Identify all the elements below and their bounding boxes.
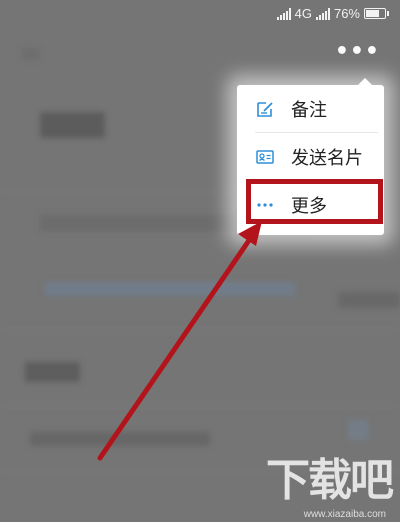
- watermark-logo: 下载吧: [266, 455, 394, 506]
- screen: 4G 76% ••• 备注 发送名片 更多 下载吧 www.xiazaiba.c…: [0, 0, 400, 522]
- watermark-url: www.xiazaiba.com: [303, 509, 386, 520]
